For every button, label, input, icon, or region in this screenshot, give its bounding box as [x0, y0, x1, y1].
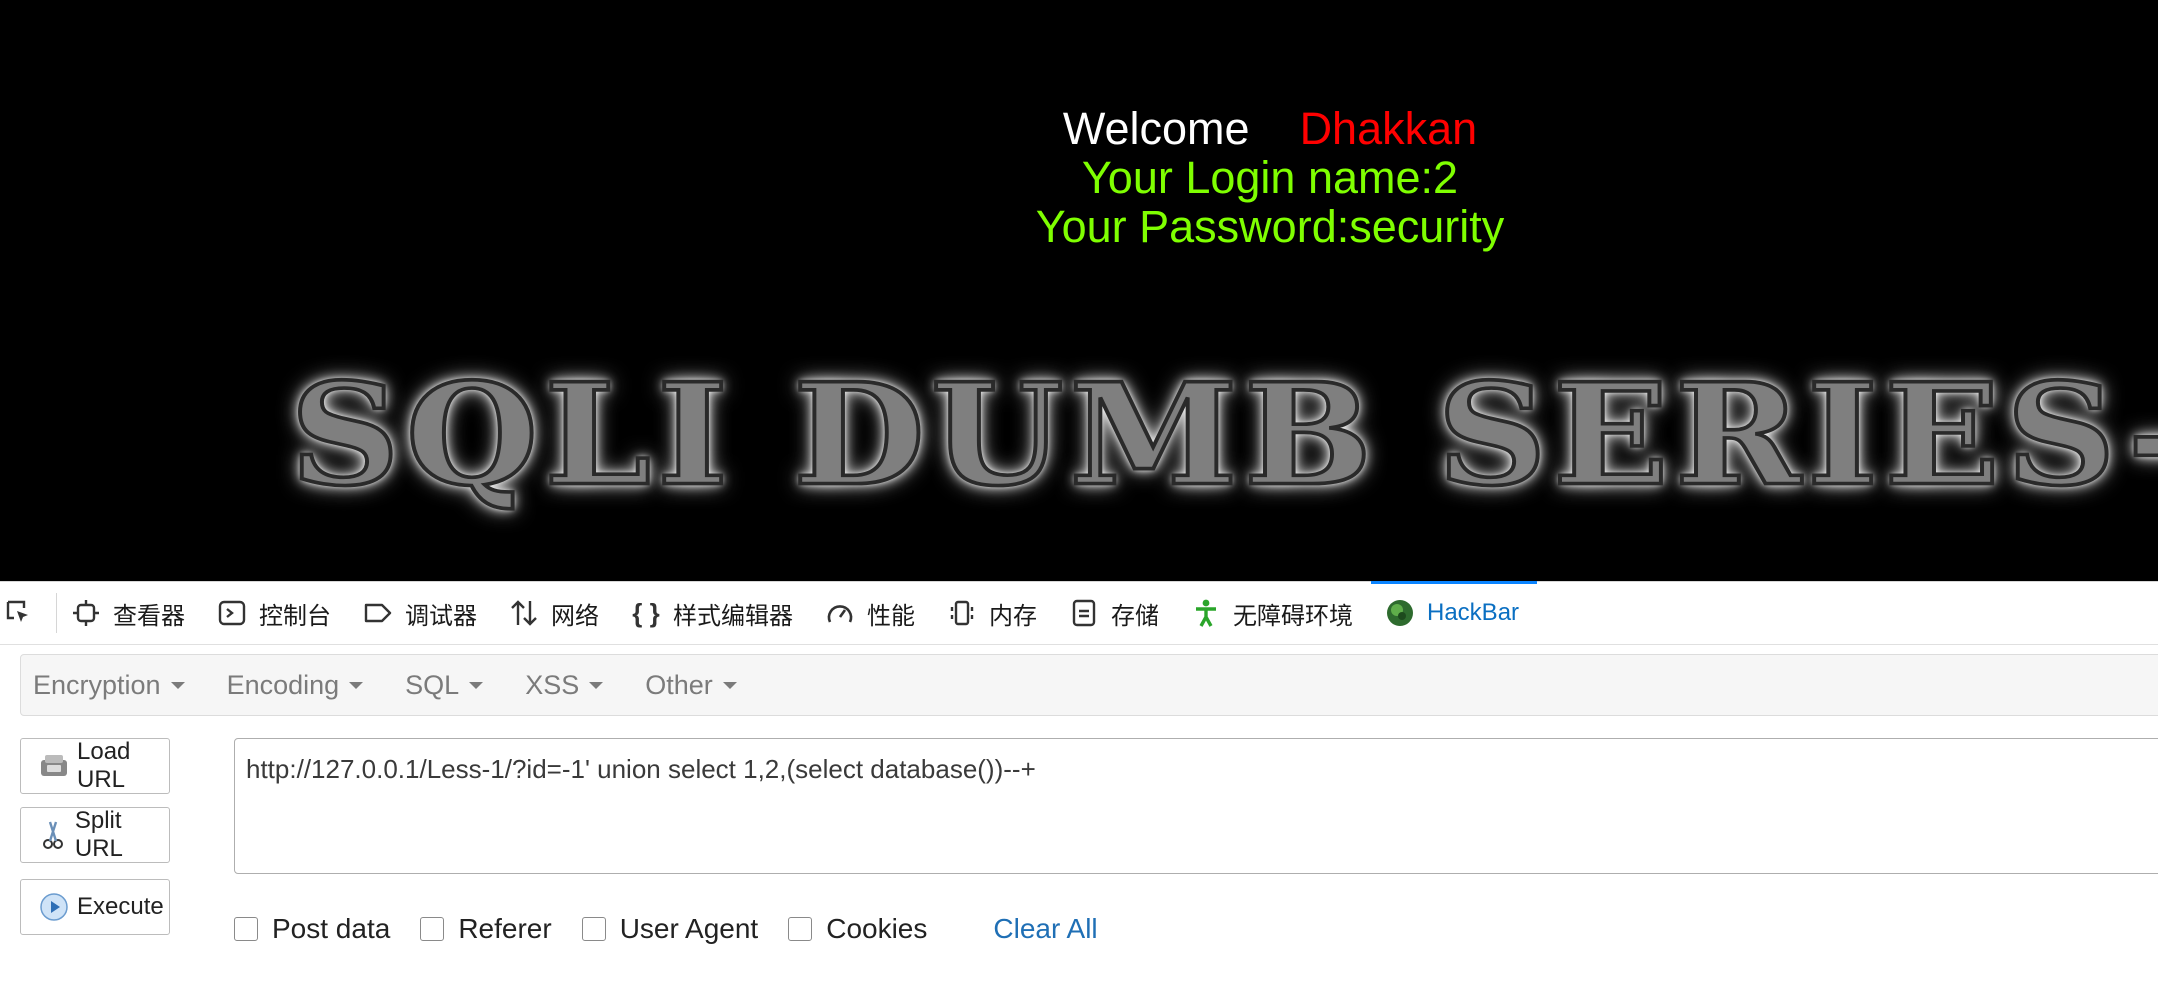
tab-console[interactable]: 控制台 — [203, 582, 349, 644]
split-url-button[interactable]: Split URL — [20, 807, 170, 863]
tab-label: 控制台 — [259, 602, 331, 630]
memory-icon — [947, 598, 977, 628]
style-editor-icon: { } — [632, 597, 660, 628]
tab-label: 网络 — [551, 602, 599, 630]
tab-label: 调试器 — [405, 602, 477, 630]
load-url-icon — [39, 751, 69, 781]
tab-style-editor[interactable]: { } 样式编辑器 — [617, 582, 811, 644]
tab-accessibility[interactable]: 无障碍环境 — [1177, 582, 1371, 644]
inspector-icon — [71, 598, 101, 628]
accessibility-icon — [1191, 598, 1221, 628]
button-label: Execute — [77, 893, 164, 920]
tab-label: 样式编辑器 — [673, 602, 793, 630]
tab-hackbar[interactable]: HackBar — [1371, 581, 1538, 644]
welcome-text: Welcome — [1062, 103, 1250, 154]
chevron-down-icon — [469, 681, 484, 689]
button-label: Split URL — [74, 807, 123, 862]
devtools-toolbar: 查看器 控制台 调试器 网络 { } 样式编辑器 性能 内存 存储 无障碍环境 … — [0, 581, 2158, 645]
load-url-button[interactable]: Load URL — [20, 738, 170, 794]
menu-label: Other — [645, 669, 713, 700]
menu-label: XSS — [525, 669, 580, 700]
password-line: Your Password:security — [1035, 201, 1505, 252]
tab-label: 内存 — [989, 602, 1037, 630]
option-cookies[interactable]: Cookies — [788, 913, 927, 945]
hackbar-menubar: Encryption Encoding SQL XSS Other — [20, 654, 2158, 716]
tab-label: HackBar — [1427, 599, 1520, 626]
options-row: Post data Referer User Agent Cookies Cle… — [234, 911, 1098, 947]
execute-button[interactable]: Execute — [20, 879, 170, 935]
tab-memory[interactable]: 内存 — [933, 582, 1055, 644]
menu-xss[interactable]: XSS — [513, 670, 623, 701]
option-label: User Agent — [619, 913, 759, 944]
tab-label: 查看器 — [113, 602, 185, 630]
element-picker-icon — [4, 598, 34, 628]
tab-inspector[interactable]: 查看器 — [57, 582, 203, 644]
performance-icon — [825, 598, 855, 628]
option-user-agent[interactable]: User Agent — [581, 913, 759, 945]
chevron-down-icon — [589, 681, 604, 689]
welcome-line: Welcome Dhakkan — [0, 104, 2158, 153]
login-name-line: Your Login name:2 — [1081, 152, 1459, 203]
option-referer[interactable]: Referer — [420, 913, 552, 945]
console-icon — [217, 598, 247, 628]
welcome-name: Dhakkan — [1299, 103, 1478, 154]
tab-network[interactable]: 网络 — [495, 582, 617, 644]
chevron-down-icon — [170, 681, 185, 689]
menu-label: Encryption — [33, 669, 161, 700]
tab-label: 无障碍环境 — [1233, 602, 1353, 630]
series-banner: SQLI DUMB SERIES- — [288, 350, 2158, 518]
chevron-down-icon — [722, 681, 737, 689]
option-label: Referer — [458, 913, 552, 944]
chevron-down-icon — [349, 681, 364, 689]
welcome-block: Welcome Dhakkan Your Login name:2 Your Pa… — [0, 104, 2158, 251]
menu-sql[interactable]: SQL — [393, 670, 503, 701]
play-icon — [39, 892, 69, 922]
cookies-checkbox[interactable] — [788, 917, 813, 941]
menu-encryption[interactable]: Encryption — [21, 670, 205, 701]
clear-all-link[interactable]: Clear All — [993, 913, 1097, 945]
user-agent-checkbox[interactable] — [581, 917, 606, 941]
option-label: Cookies — [826, 913, 928, 944]
tab-label: 存储 — [1111, 602, 1159, 630]
menu-label: Encoding — [226, 669, 340, 700]
tab-storage[interactable]: 存储 — [1055, 582, 1177, 644]
storage-icon — [1069, 598, 1099, 628]
post-data-checkbox[interactable] — [234, 917, 258, 941]
option-post-data[interactable]: Post data — [234, 913, 390, 945]
option-label: Post data — [272, 913, 391, 944]
debugger-icon — [363, 598, 393, 628]
network-icon — [509, 598, 539, 628]
tab-performance[interactable]: 性能 — [811, 582, 933, 644]
url-input[interactable]: http://127.0.0.1/Less-1/?id=-1' union se… — [234, 738, 2158, 874]
menu-other[interactable]: Other — [633, 670, 757, 701]
referer-checkbox[interactable] — [420, 917, 445, 941]
hackbar-icon — [1385, 598, 1415, 628]
menu-label: SQL — [405, 669, 460, 700]
element-picker-button[interactable] — [0, 593, 57, 633]
button-label: Load URL — [77, 738, 131, 793]
devtools-panel: 查看器 控制台 调试器 网络 { } 样式编辑器 性能 内存 存储 无障碍环境 … — [0, 581, 2158, 1000]
page-content: Welcome Dhakkan Your Login name:2 Your Pa… — [0, 0, 2158, 581]
menu-encoding[interactable]: Encoding — [215, 670, 384, 701]
tab-label: 性能 — [867, 602, 915, 630]
tab-debugger[interactable]: 调试器 — [349, 582, 495, 644]
scissors-icon — [39, 820, 67, 850]
